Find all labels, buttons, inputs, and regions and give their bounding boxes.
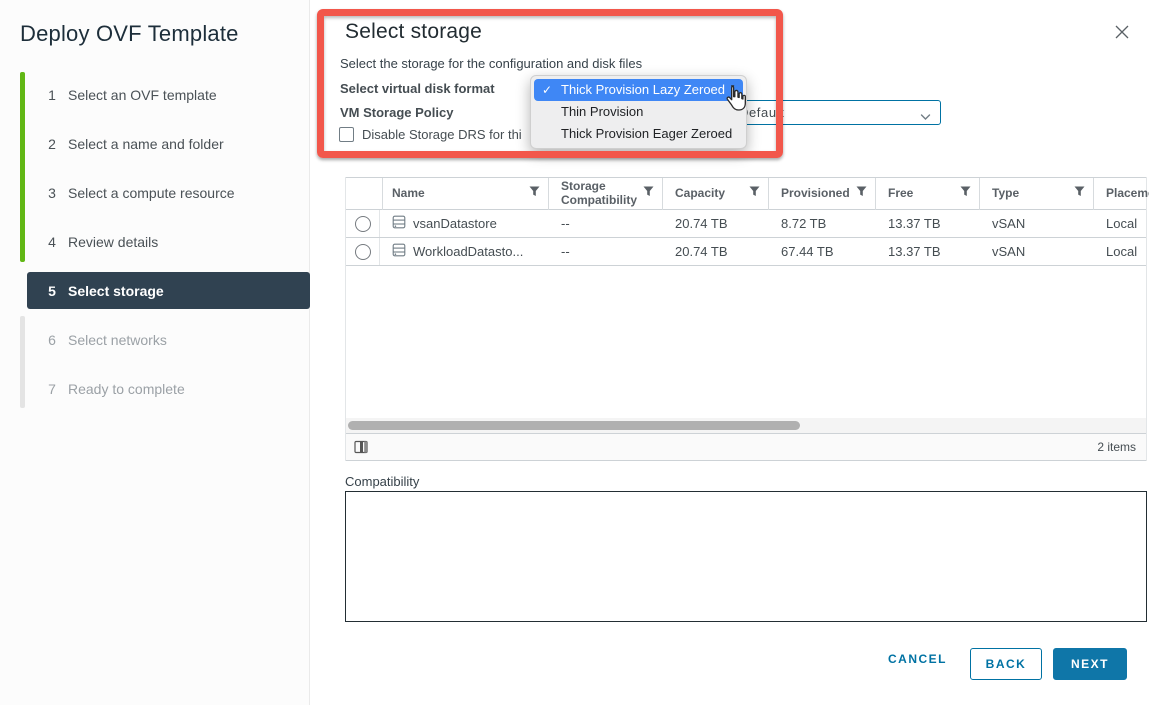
step-number: 3 (45, 185, 59, 201)
page-subtitle: Select the storage for the configuration… (340, 56, 642, 71)
disable-drs-row[interactable]: Disable Storage DRS for thi (339, 127, 522, 142)
compatibility-panel (345, 491, 1147, 622)
row-radio-button[interactable] (355, 244, 371, 260)
disk-format-dropdown-menu: ✓ Thick Provision Lazy Zeroed Thin Provi… (530, 75, 747, 149)
step-number: 1 (45, 87, 59, 103)
filter-icon[interactable] (749, 186, 760, 201)
wizard-title: Deploy OVF Template (20, 21, 239, 47)
column-header-type[interactable]: Type (980, 178, 1094, 210)
back-button[interactable]: BACK (970, 648, 1042, 680)
cell-storage-compatibility: -- (549, 210, 663, 237)
step-number: 5 (45, 283, 59, 299)
disable-drs-checkbox[interactable] (339, 127, 354, 142)
cell-free: 13.37 TB (876, 210, 980, 237)
step-number: 2 (45, 136, 59, 152)
cell-type: vSAN (980, 210, 1094, 237)
datastore-name[interactable]: vsanDatastore (413, 216, 497, 231)
step-number: 4 (45, 234, 59, 250)
compatibility-label: Compatibility (345, 474, 419, 489)
datastore-icon (392, 243, 406, 260)
progress-rail-completed (20, 72, 25, 262)
cancel-button[interactable]: CANCEL (888, 652, 947, 666)
table-empty-space (346, 266, 1146, 418)
datastore-table: Name Storage Compatibility Capacity (345, 177, 1147, 461)
column-header-storage-compatibility[interactable]: Storage Compatibility (549, 178, 663, 210)
step-label: Select a name and folder (68, 136, 224, 152)
sidebar-step-4-review-details[interactable]: 4 Review details (27, 223, 310, 260)
filter-icon[interactable] (856, 186, 867, 201)
datastore-name[interactable]: WorkloadDatasto... (413, 244, 523, 259)
horizontal-scrollbar[interactable] (346, 418, 1146, 433)
step-number: 7 (45, 381, 59, 397)
cell-storage-compatibility: -- (549, 238, 663, 265)
step-label: Select an OVF template (68, 87, 217, 103)
cell-free: 13.37 TB (876, 238, 980, 265)
step-label: Select networks (68, 332, 167, 348)
menu-item-thick-provision-eager-zeroed[interactable]: Thick Provision Eager Zeroed (534, 123, 743, 145)
close-icon[interactable] (1111, 22, 1133, 44)
cell-capacity: 20.74 TB (663, 238, 769, 265)
table-header-row: Name Storage Compatibility Capacity (346, 177, 1146, 210)
cell-provisioned: 67.44 TB (769, 238, 876, 265)
next-button[interactable]: NEXT (1053, 648, 1127, 680)
cell-capacity: 20.74 TB (663, 210, 769, 237)
disable-drs-label: Disable Storage DRS for thi (362, 127, 522, 142)
table-row-workload-datastore[interactable]: WorkloadDatasto... -- 20.74 TB 67.44 TB … (346, 238, 1146, 266)
sidebar-step-5-select-storage[interactable]: 5 Select storage (27, 272, 310, 309)
menu-item-thick-provision-lazy-zeroed[interactable]: ✓ Thick Provision Lazy Zeroed (534, 79, 743, 101)
step-label: Ready to complete (68, 381, 185, 397)
progress-rail-pending (20, 316, 25, 408)
header-radio-column (346, 178, 383, 210)
cell-placement: Local (1094, 210, 1148, 237)
column-header-free[interactable]: Free (876, 178, 980, 210)
step-label: Review details (68, 234, 158, 250)
filter-icon[interactable] (1074, 186, 1085, 201)
step-label: Select storage (68, 283, 164, 299)
sidebar-step-7-ready-to-complete[interactable]: 7 Ready to complete (27, 370, 310, 407)
menu-item-thin-provision[interactable]: Thin Provision (534, 101, 743, 123)
column-settings-icon[interactable] (354, 440, 368, 455)
row-radio-button[interactable] (355, 216, 371, 232)
page-title: Select storage (345, 20, 482, 44)
vm-storage-policy-label: VM Storage Policy (340, 105, 453, 120)
sidebar-step-2-select-name-folder[interactable]: 2 Select a name and folder (27, 125, 310, 162)
chevron-down-icon (920, 109, 931, 124)
deploy-ovf-wizard-dialog: Deploy OVF Template 1 Select an OVF temp… (0, 0, 1149, 705)
column-header-placement[interactable]: Placeme (1094, 178, 1148, 210)
wizard-sidebar: Deploy OVF Template 1 Select an OVF temp… (0, 0, 310, 705)
filter-icon[interactable] (643, 186, 654, 201)
scrollbar-thumb[interactable] (348, 421, 800, 430)
column-header-provisioned[interactable]: Provisioned (769, 178, 876, 210)
column-header-name[interactable]: Name (380, 178, 549, 210)
column-header-capacity[interactable]: Capacity (663, 178, 769, 210)
cell-type: vSAN (980, 238, 1094, 265)
table-row-vsan-datastore[interactable]: vsanDatastore -- 20.74 TB 8.72 TB 13.37 … (346, 210, 1146, 238)
step-label: Select a compute resource (68, 185, 235, 201)
cell-placement: Local (1094, 238, 1148, 265)
sidebar-step-6-select-networks[interactable]: 6 Select networks (27, 321, 310, 358)
items-count: 2 items (1097, 440, 1136, 454)
disk-format-label: Select virtual disk format (340, 81, 495, 96)
step-number: 6 (45, 332, 59, 348)
filter-icon[interactable] (529, 186, 540, 201)
wizard-page-select-storage: Select storage Select the storage for th… (310, 0, 1149, 705)
check-icon: ✓ (542, 79, 552, 101)
filter-icon[interactable] (960, 186, 971, 201)
sidebar-step-3-select-compute-resource[interactable]: 3 Select a compute resource (27, 174, 310, 211)
cell-provisioned: 8.72 TB (769, 210, 876, 237)
datastore-icon (392, 215, 406, 232)
table-footer: 2 items (346, 433, 1146, 461)
sidebar-step-1-select-ovf-template[interactable]: 1 Select an OVF template (27, 76, 310, 113)
